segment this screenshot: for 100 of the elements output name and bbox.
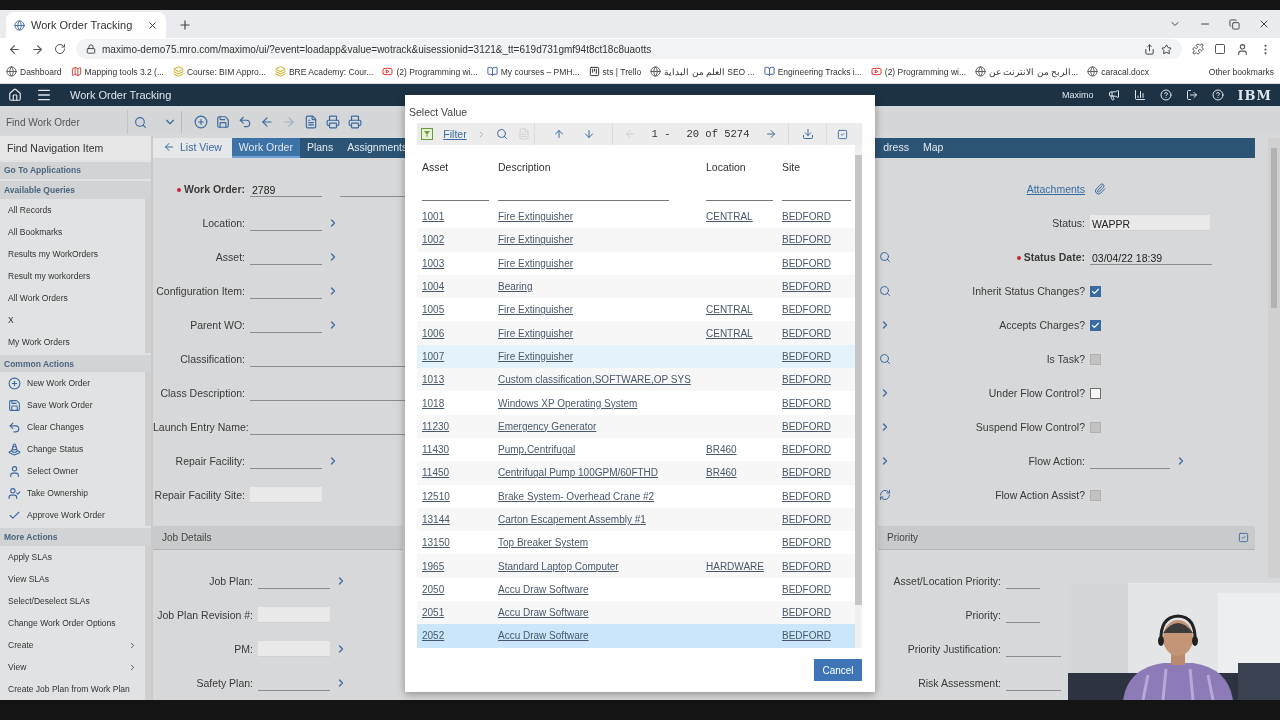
- site-link[interactable]: BEDFORD: [777, 560, 831, 572]
- site-link[interactable]: BEDFORD: [777, 490, 831, 502]
- description-link[interactable]: Fire Extinguisher: [493, 257, 574, 269]
- sidebar-item[interactable]: All Work Orders: [0, 286, 137, 309]
- table-row[interactable]: 2051 Accu Draw Software BEDFORD: [417, 601, 855, 625]
- table-row[interactable]: 1007 Fire Extinguisher BEDFORD: [417, 344, 855, 369]
- bookmark[interactable]: (2) Programming wi...: [870, 66, 967, 77]
- site-link[interactable]: BEDFORD: [777, 304, 831, 316]
- attachments-link[interactable]: Attachments: [1026, 183, 1085, 196]
- description-link[interactable]: Accu Draw Software: [493, 630, 589, 642]
- tab[interactable]: List View: [153, 138, 232, 159]
- sidebar-item[interactable]: Results my WorkOrders: [0, 242, 137, 265]
- site-link[interactable]: BEDFORD: [777, 374, 831, 386]
- sidebar-item[interactable]: Take Ownership: [0, 482, 137, 505]
- search-field[interactable]: Find Work Order: [0, 110, 128, 134]
- description-link[interactable]: Pump,Centrifugal: [493, 444, 576, 456]
- site-link[interactable]: BEDFORD: [777, 211, 831, 223]
- site-link[interactable]: BEDFORD: [777, 257, 831, 269]
- description-link[interactable]: Fire Extinguisher: [493, 327, 574, 339]
- asset-link[interactable]: 1965: [417, 560, 445, 572]
- sidebar-item[interactable]: All Bookmarks: [0, 220, 137, 243]
- description-link[interactable]: Accu Draw Software: [493, 607, 589, 619]
- location-link[interactable]: BR460: [701, 467, 737, 479]
- asset-link[interactable]: 13144: [417, 514, 450, 525]
- description-link[interactable]: Centrifugal Pump 100GPM/60FTHD: [493, 467, 659, 479]
- column-header[interactable]: Description: [498, 161, 697, 173]
- column-header[interactable]: Asset: [422, 161, 489, 173]
- site-link[interactable]: BEDFORD: [777, 281, 831, 293]
- asset-link[interactable]: 1002: [417, 234, 445, 246]
- sidebar-item[interactable]: Result my workorders: [0, 264, 137, 287]
- sidebar-item[interactable]: Create: [0, 634, 137, 656]
- asset-link[interactable]: 1005: [417, 304, 445, 316]
- column-header[interactable]: Site: [782, 161, 851, 173]
- description-link[interactable]: Windows XP Operating System: [493, 397, 638, 409]
- table-row[interactable]: 1002 Fire Extinguisher BEDFORD: [417, 228, 855, 252]
- description-link[interactable]: Bearing: [493, 281, 533, 293]
- asset-link[interactable]: 1006: [417, 327, 445, 339]
- bookmark[interactable]: Mapping tools 3.2 (...: [70, 66, 164, 77]
- find-navigation-item[interactable]: Find Navigation Item: [0, 136, 151, 160]
- asset-link[interactable]: 1013: [417, 374, 445, 386]
- sidebar-item[interactable]: Change Work Order Options: [0, 612, 137, 634]
- asset-link[interactable]: 2050: [417, 583, 445, 595]
- table-row[interactable]: 1006 Fire Extinguisher CENTRAL BEDFORD: [417, 321, 855, 345]
- site-link[interactable]: BEDFORD: [777, 397, 831, 409]
- sidebar-item[interactable]: View: [0, 656, 137, 678]
- sidebar-item[interactable]: Approve Work Order: [0, 504, 137, 527]
- table-row[interactable]: 1013 Custom classification,SOFTWARE,OP SYS BEDFORD: [417, 368, 855, 392]
- sidebar-item[interactable]: Change Status: [0, 438, 137, 461]
- tab[interactable]: Work Order: [231, 138, 300, 159]
- bookmark[interactable]: sts | Trello: [588, 66, 642, 77]
- asset-link[interactable]: 1001: [417, 211, 445, 223]
- table-row[interactable]: 1004 Bearing BEDFORD: [417, 274, 855, 299]
- cancel-button[interactable]: Cancel: [814, 659, 862, 681]
- asset-link[interactable]: 13150: [417, 537, 450, 549]
- asset-link[interactable]: 1004: [417, 281, 445, 293]
- asset-link[interactable]: 1018: [417, 397, 445, 409]
- location-link[interactable]: CENTRAL: [701, 327, 753, 339]
- table-row[interactable]: 13144 Carton Escapement Assembly #1 BEDFORD: [417, 507, 855, 532]
- description-link[interactable]: Top Breaker System: [493, 537, 589, 549]
- bookmark[interactable]: caracal.docx: [1087, 66, 1149, 77]
- description-link[interactable]: Fire Extinguisher: [493, 304, 574, 316]
- description-link[interactable]: Fire Extinguisher: [493, 350, 574, 362]
- sidebar-item[interactable]: All Records: [0, 198, 137, 221]
- tab[interactable]: Map: [915, 138, 951, 159]
- sidebar-item[interactable]: X: [0, 308, 137, 331]
- table-row[interactable]: 1965 Standard Laptop Computer HARDWARE BEDFORD: [417, 554, 855, 578]
- bookmark[interactable]: BRE Academy: Cour...: [274, 66, 374, 77]
- site-link[interactable]: BEDFORD: [777, 630, 831, 642]
- table-row[interactable]: 2052 Accu Draw Software BEDFORD: [417, 624, 855, 648]
- site-link[interactable]: BEDFORD: [777, 537, 831, 549]
- asset-link[interactable]: 11450: [417, 467, 450, 479]
- filter-link[interactable]: Filter: [443, 128, 467, 140]
- column-header[interactable]: Location: [706, 161, 773, 173]
- site-link[interactable]: BEDFORD: [777, 607, 831, 619]
- sidebar-item[interactable]: Select Owner: [0, 460, 137, 483]
- description-link[interactable]: Accu Draw Software: [493, 583, 589, 595]
- bookmark[interactable]: (2) Programming wi...: [382, 66, 478, 77]
- description-link[interactable]: Fire Extinguisher: [493, 234, 574, 246]
- site-link[interactable]: BEDFORD: [777, 350, 831, 362]
- asset-link[interactable]: 12510: [417, 490, 450, 502]
- sidebar-item[interactable]: Apply SLAs: [0, 546, 137, 568]
- bookmark[interactable]: Dashboard: [6, 66, 62, 77]
- asset-link[interactable]: 1007: [417, 350, 445, 362]
- asset-link[interactable]: 1003: [417, 257, 445, 269]
- asset-link[interactable]: 11430: [417, 444, 450, 456]
- asset-link[interactable]: 2052: [417, 630, 445, 642]
- browser-tab[interactable]: Work Order Tracking: [6, 12, 166, 38]
- site-link[interactable]: BEDFORD: [777, 514, 831, 525]
- description-link[interactable]: Emergency Generator: [493, 420, 597, 432]
- table-row[interactable]: 11230 Emergency Generator BEDFORD: [417, 414, 855, 438]
- description-link[interactable]: Carton Escapement Assembly #1: [493, 514, 646, 525]
- site-link[interactable]: BEDFORD: [777, 467, 831, 479]
- sidebar-item[interactable]: View SLAs: [0, 568, 137, 590]
- location-link[interactable]: CENTRAL: [701, 211, 753, 223]
- bookmark[interactable]: Engineering Tracks i...: [763, 66, 862, 77]
- description-link[interactable]: Brake System- Overhead Crane #2: [493, 490, 655, 502]
- sidebar-item[interactable]: My Work Orders: [0, 330, 137, 353]
- bookmark[interactable]: الربح من الانترنت عن...: [975, 66, 1079, 77]
- site-link[interactable]: BEDFORD: [777, 420, 831, 432]
- bookmark[interactable]: Course: BIM Appro...: [173, 66, 266, 77]
